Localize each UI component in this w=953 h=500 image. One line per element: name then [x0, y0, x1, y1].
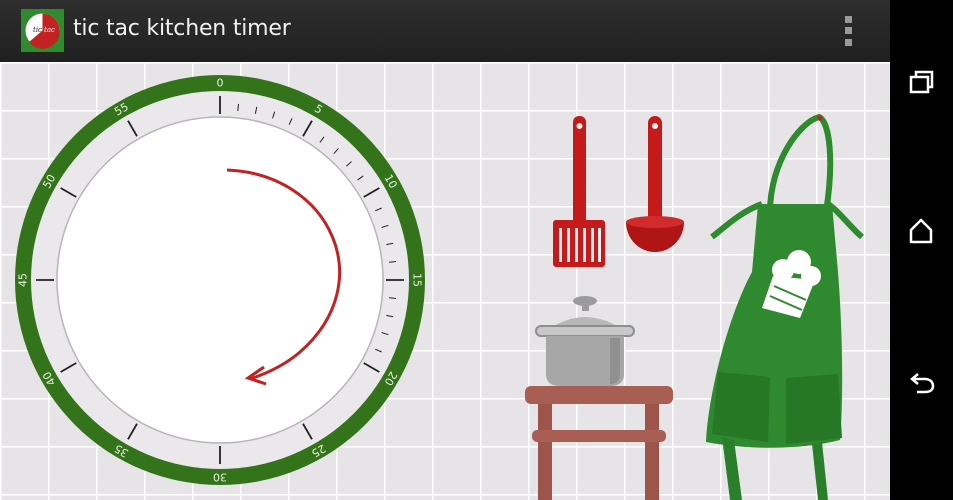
app-screen: tic tac tic tac kitchen timer 0 5 10 15 — [0, 0, 890, 500]
minute-label-15: 15 — [411, 273, 424, 287]
app-icon[interactable]: tic tac — [21, 9, 64, 52]
home-button[interactable] — [890, 201, 953, 261]
home-icon — [909, 218, 933, 244]
timer-dial[interactable]: 0 5 10 15 20 25 30 35 40 45 50 55 — [15, 75, 425, 485]
kitchen-scene: 0 5 10 15 20 25 30 35 40 45 50 55 — [0, 62, 890, 500]
app-icon-text-right: tac — [44, 26, 55, 34]
system-navigation-bar — [890, 0, 953, 500]
overflow-menu-icon[interactable] — [836, 12, 862, 50]
minute-label-0: 0 — [217, 77, 224, 90]
recents-button[interactable] — [890, 52, 953, 112]
back-button[interactable] — [890, 351, 953, 411]
minute-label-45: 45 — [17, 273, 30, 287]
back-icon — [910, 373, 935, 394]
app-icon-text-left: tic — [33, 26, 42, 34]
recents-icon — [909, 70, 934, 94]
minute-label-30: 30 — [213, 471, 227, 484]
timer-face[interactable] — [56, 116, 384, 444]
app-title: tic tac kitchen timer — [73, 16, 291, 41]
action-bar: tic tac tic tac kitchen timer — [0, 0, 890, 63]
